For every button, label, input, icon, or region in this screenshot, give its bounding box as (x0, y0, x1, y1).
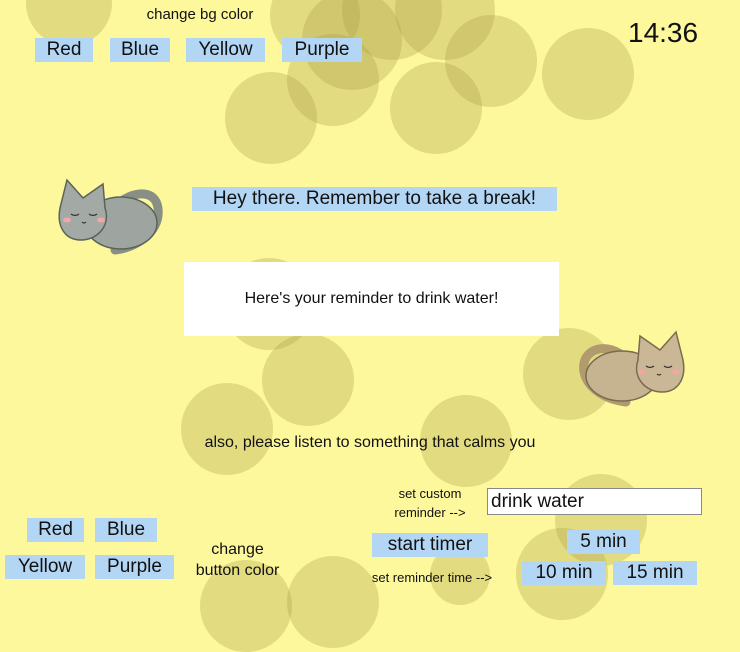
timer-5-min-button[interactable]: 5 min (567, 530, 640, 554)
set-reminder-time-label: set reminder time --> (371, 570, 493, 585)
timer-10-min-button[interactable]: 10 min (522, 561, 606, 585)
sleeping-cat-gray-icon (58, 178, 163, 255)
custom-reminder-label-line2: reminder --> (394, 505, 466, 520)
custom-reminder-label-line1: set custom (398, 486, 462, 501)
timer-15-min-button[interactable]: 15 min (613, 561, 697, 585)
bg-bubble (225, 72, 317, 164)
bg-bubble (262, 334, 354, 426)
button-color-label-line1: change (211, 541, 264, 558)
bg-bubble (390, 62, 482, 154)
custom-reminder-label: set custom reminder --> (380, 484, 480, 522)
btn-color-red-button[interactable]: Red (27, 518, 84, 542)
break-message: Hey there. Remember to take a break! (192, 187, 557, 211)
calm-message: also, please listen to something that ca… (204, 434, 536, 451)
bg-bubble (542, 28, 634, 120)
button-color-label: change button color (185, 539, 290, 581)
clock: 14:36 (628, 17, 699, 48)
bg-bubble (445, 15, 537, 107)
bg-bubble (181, 383, 273, 475)
button-color-label-line2: button color (195, 562, 280, 579)
btn-color-yellow-button[interactable]: Yellow (5, 555, 85, 579)
bg-color-title: change bg color (146, 6, 254, 23)
reminder-message-box: Here's your reminder to drink water! (184, 262, 559, 336)
bg-blue-button[interactable]: Blue (110, 38, 170, 62)
btn-color-purple-button[interactable]: Purple (95, 555, 174, 579)
bg-bubble (395, 0, 495, 60)
btn-color-blue-button[interactable]: Blue (95, 518, 157, 542)
bg-yellow-button[interactable]: Yellow (186, 38, 265, 62)
sleeping-cat-tan-icon (579, 330, 685, 407)
bg-red-button[interactable]: Red (35, 38, 93, 62)
custom-reminder-input[interactable] (487, 488, 702, 515)
start-timer-button[interactable]: start timer (372, 533, 488, 557)
bg-purple-button[interactable]: Purple (282, 38, 362, 62)
